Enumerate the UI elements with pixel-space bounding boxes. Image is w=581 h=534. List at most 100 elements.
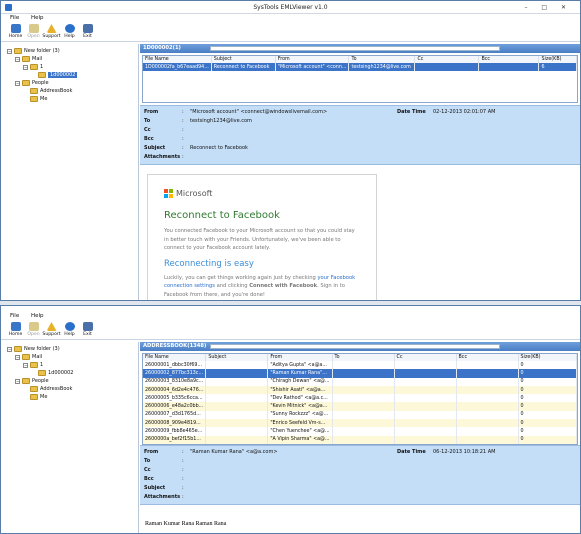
tree-node-addressbook[interactable]: AddressBook: [1, 385, 138, 393]
table-row[interactable]: 1D000002fa_b67eaad94... Reconnect to Fac…: [143, 63, 577, 72]
tree-label-leaf: 1d000002: [48, 370, 74, 376]
tree-node-me[interactable]: Me: [1, 95, 138, 103]
col-from[interactable]: From: [267, 354, 333, 361]
cell-to: [332, 394, 395, 403]
content-pane: 1D000002(1) File Name Subject From To Cc…: [140, 44, 580, 300]
cell-filename: 2600000a_bef2f15b1...: [143, 435, 207, 444]
table-row[interactable]: 26000009_fbb8e465e... "Chen Yuenchee" <a@…: [143, 427, 578, 436]
cell-filename: 26000004_6d2e4c476...: [143, 385, 207, 395]
email-title: Reconnect to Facebook: [164, 210, 280, 221]
expander-icon[interactable]: −: [15, 354, 20, 360]
folder-icon: [30, 386, 38, 392]
tree-node-addressbook[interactable]: AddressBook: [1, 87, 138, 95]
table-row[interactable]: 26000001_dbbc30f69... "Aditya Gupta" <a@a…: [143, 361, 578, 370]
folder-icon: [38, 72, 46, 78]
expander-icon[interactable]: −: [15, 56, 20, 62]
table-row[interactable]: 26000008_909e4819... "Enrico Seefeld Vm-s…: [143, 419, 578, 428]
help-button[interactable]: Help: [61, 321, 78, 337]
col-subject[interactable]: Subject: [205, 354, 269, 361]
col-cc[interactable]: Cc: [414, 56, 480, 63]
email-paragraph-1: You connected Facebook to your Microsoft…: [164, 228, 355, 251]
to-value: testsingh1234@live.com: [190, 118, 252, 124]
expander-icon[interactable]: −: [23, 362, 28, 368]
cell-to: [332, 369, 395, 378]
colon: :: [182, 127, 184, 133]
table-row[interactable]: 26000004_6d2e4c476... "Shishir Asati" <a@…: [143, 385, 578, 395]
cell-size: 0: [518, 427, 578, 436]
tree-node-me[interactable]: Me: [1, 393, 138, 401]
help-button[interactable]: Help: [61, 23, 78, 39]
col-bcc[interactable]: Bcc: [478, 56, 540, 63]
search-box[interactable]: [210, 46, 500, 51]
expander-icon[interactable]: −: [15, 80, 20, 86]
col-to[interactable]: To: [332, 354, 395, 361]
cell-cc: [394, 394, 457, 403]
support-button[interactable]: Support: [42, 23, 61, 39]
tree-label-root: New folder (3): [24, 346, 60, 352]
table-row[interactable]: 26000007_d3d1765d... "Sunny Rockzzz" <a@.…: [143, 410, 578, 420]
home-button[interactable]: Home: [7, 321, 24, 337]
col-filename[interactable]: File Name: [143, 56, 212, 63]
tree-node-1[interactable]: −1: [1, 361, 138, 369]
tree-node-1[interactable]: −1: [1, 63, 138, 71]
cell-bcc: [456, 394, 519, 403]
expander-icon[interactable]: −: [23, 64, 28, 70]
to-label: To: [144, 118, 151, 124]
table-row[interactable]: 26000003_8310e8a9c... "Chiragh Dewan" <a@…: [143, 377, 578, 386]
col-to[interactable]: To: [348, 56, 416, 63]
col-cc[interactable]: Cc: [394, 354, 457, 361]
tree-node-people[interactable]: − People: [1, 79, 138, 87]
tree-node-leaf[interactable]: 1d000002: [1, 71, 138, 79]
col-from[interactable]: From: [275, 56, 350, 63]
cell-bcc: [456, 402, 519, 411]
tree-node-mail[interactable]: − Mail: [1, 55, 138, 63]
subject-label: Subject: [144, 145, 166, 151]
date-value: 02-12-2013 02:01:07 AM: [433, 109, 496, 115]
menu-file[interactable]: File: [10, 15, 19, 21]
folder-icon: [22, 354, 30, 360]
tree-node-root[interactable]: − New folder (3): [1, 345, 138, 353]
cell-subject: [205, 361, 269, 370]
expander-icon[interactable]: −: [15, 378, 20, 384]
tree-node-people[interactable]: − People: [1, 377, 138, 385]
col-size[interactable]: Size(KB): [518, 354, 578, 361]
search-box[interactable]: [210, 344, 500, 349]
title-bar: SysTools EMLViewer v1.0 – □ ✕: [1, 1, 580, 14]
expander-icon[interactable]: −: [7, 48, 12, 54]
table-row[interactable]: 2600000a_bef2f15b1... "A Vipin Sharma" <a…: [143, 435, 578, 444]
exit-button[interactable]: Exit: [79, 23, 96, 39]
open-button[interactable]: Open: [25, 23, 42, 39]
menu-file[interactable]: File: [10, 313, 19, 319]
exit-button[interactable]: Exit: [79, 321, 96, 337]
cell-subject: Reconnect to Facebook: [211, 63, 276, 72]
col-filename[interactable]: File Name: [143, 354, 207, 361]
table-row[interactable]: 26000005_b335c6cca... "Dev Rathod" <a@a.c…: [143, 394, 578, 403]
email-paragraph-2: Luckily, you can get things working agai…: [164, 274, 360, 300]
tree-node-mail[interactable]: − Mail: [1, 353, 138, 361]
cell-bcc: [456, 419, 519, 428]
exit-label: Exit: [83, 332, 92, 337]
open-button[interactable]: Open: [25, 321, 42, 337]
col-size[interactable]: Size(KB): [538, 56, 577, 63]
open-folder-icon: [28, 322, 39, 331]
tree-label-mail: Mail: [32, 354, 43, 360]
col-subject[interactable]: Subject: [211, 56, 276, 63]
table-row[interactable]: 26000006_e48a2c0bb... "Kevin Mitnick" <a@…: [143, 402, 578, 411]
tree-node-root[interactable]: − New folder (3): [1, 47, 138, 55]
tree-node-leaf[interactable]: 1d000002: [1, 369, 138, 377]
col-bcc[interactable]: Bcc: [456, 354, 519, 361]
cell-subject: [205, 435, 269, 444]
cell-subject: [205, 394, 269, 403]
colon: :: [182, 109, 184, 115]
microsoft-logo-icon: [164, 189, 173, 198]
support-button[interactable]: Support: [42, 321, 61, 337]
home-icon: [10, 24, 21, 33]
tree-label-addressbook: AddressBook: [40, 88, 73, 94]
folder-icon: [22, 80, 30, 86]
home-button[interactable]: Home: [7, 23, 24, 39]
menu-help[interactable]: Help: [31, 313, 44, 319]
window-controls[interactable]: – □ ✕: [524, 1, 572, 14]
menu-help[interactable]: Help: [31, 15, 44, 21]
expander-icon[interactable]: −: [7, 346, 12, 352]
table-row[interactable]: 26000002_877bc313c... "Raman Kumar Rana".…: [143, 369, 578, 378]
